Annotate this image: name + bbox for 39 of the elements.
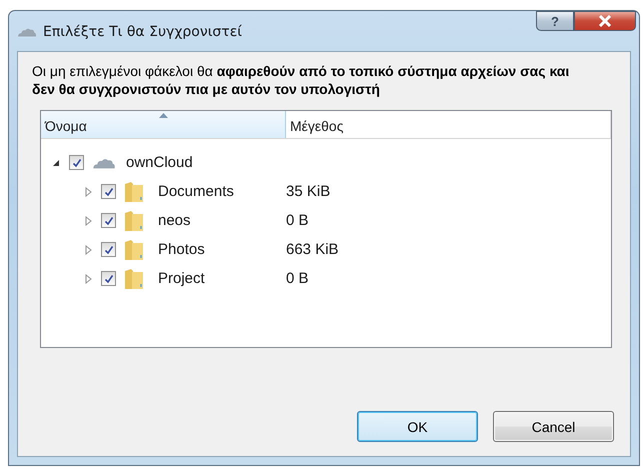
close-button[interactable] [574, 11, 636, 31]
checkbox[interactable] [101, 271, 116, 286]
folder-name[interactable]: Photos [158, 241, 205, 258]
checkbox[interactable] [101, 213, 116, 228]
description-text: Οι μη επιλεγμένοι φάκελοι θα αφαιρεθούν από το τοπικό σύστημα αρχείων σας και δεν θα συγχρονιστούν πια με αυτόν τον υπολογιστή [32, 62, 570, 98]
folder-icon [124, 210, 144, 232]
help-button[interactable]: ? [536, 11, 574, 31]
checkmark-icon [104, 216, 114, 226]
folder-icon [124, 238, 144, 260]
folder-name[interactable]: Project [158, 270, 205, 287]
checkmark-icon [104, 186, 114, 196]
folder-name[interactable]: Documents [158, 183, 234, 200]
checkbox[interactable] [101, 242, 116, 257]
cancel-button[interactable]: Cancel [493, 411, 614, 442]
folder-size: 663 KiB [286, 241, 339, 258]
folder-size: 0 B [286, 212, 309, 229]
checkmark-icon [104, 274, 114, 284]
expand-arrow-icon[interactable] [83, 186, 93, 196]
checkbox[interactable] [69, 155, 84, 170]
sort-arrow-icon [159, 113, 168, 118]
expand-arrow-icon[interactable] [83, 274, 93, 284]
expand-arrow-icon[interactable] [83, 244, 93, 254]
account-name[interactable]: ownCloud [126, 154, 193, 171]
folder-size: 0 B [286, 270, 309, 287]
window-title: Επιλέξτε Τι θα Συγχρονιστεί [43, 24, 242, 40]
checkbox[interactable] [101, 184, 116, 199]
collapse-arrow-icon[interactable] [51, 158, 61, 168]
folder-size: 35 KiB [286, 183, 330, 200]
cloud-icon [17, 27, 37, 37]
close-icon [598, 15, 612, 27]
column-header[interactable]: Όνομα [41, 111, 286, 138]
checkmark-icon [104, 244, 114, 254]
expand-arrow-icon[interactable] [83, 216, 93, 226]
ok-button[interactable]: OK [357, 411, 478, 442]
folder-icon [124, 180, 144, 202]
checkmark-icon [72, 158, 82, 168]
folder-icon [124, 268, 144, 290]
folder-name[interactable]: neos [158, 212, 191, 229]
cloud-icon [92, 156, 116, 168]
